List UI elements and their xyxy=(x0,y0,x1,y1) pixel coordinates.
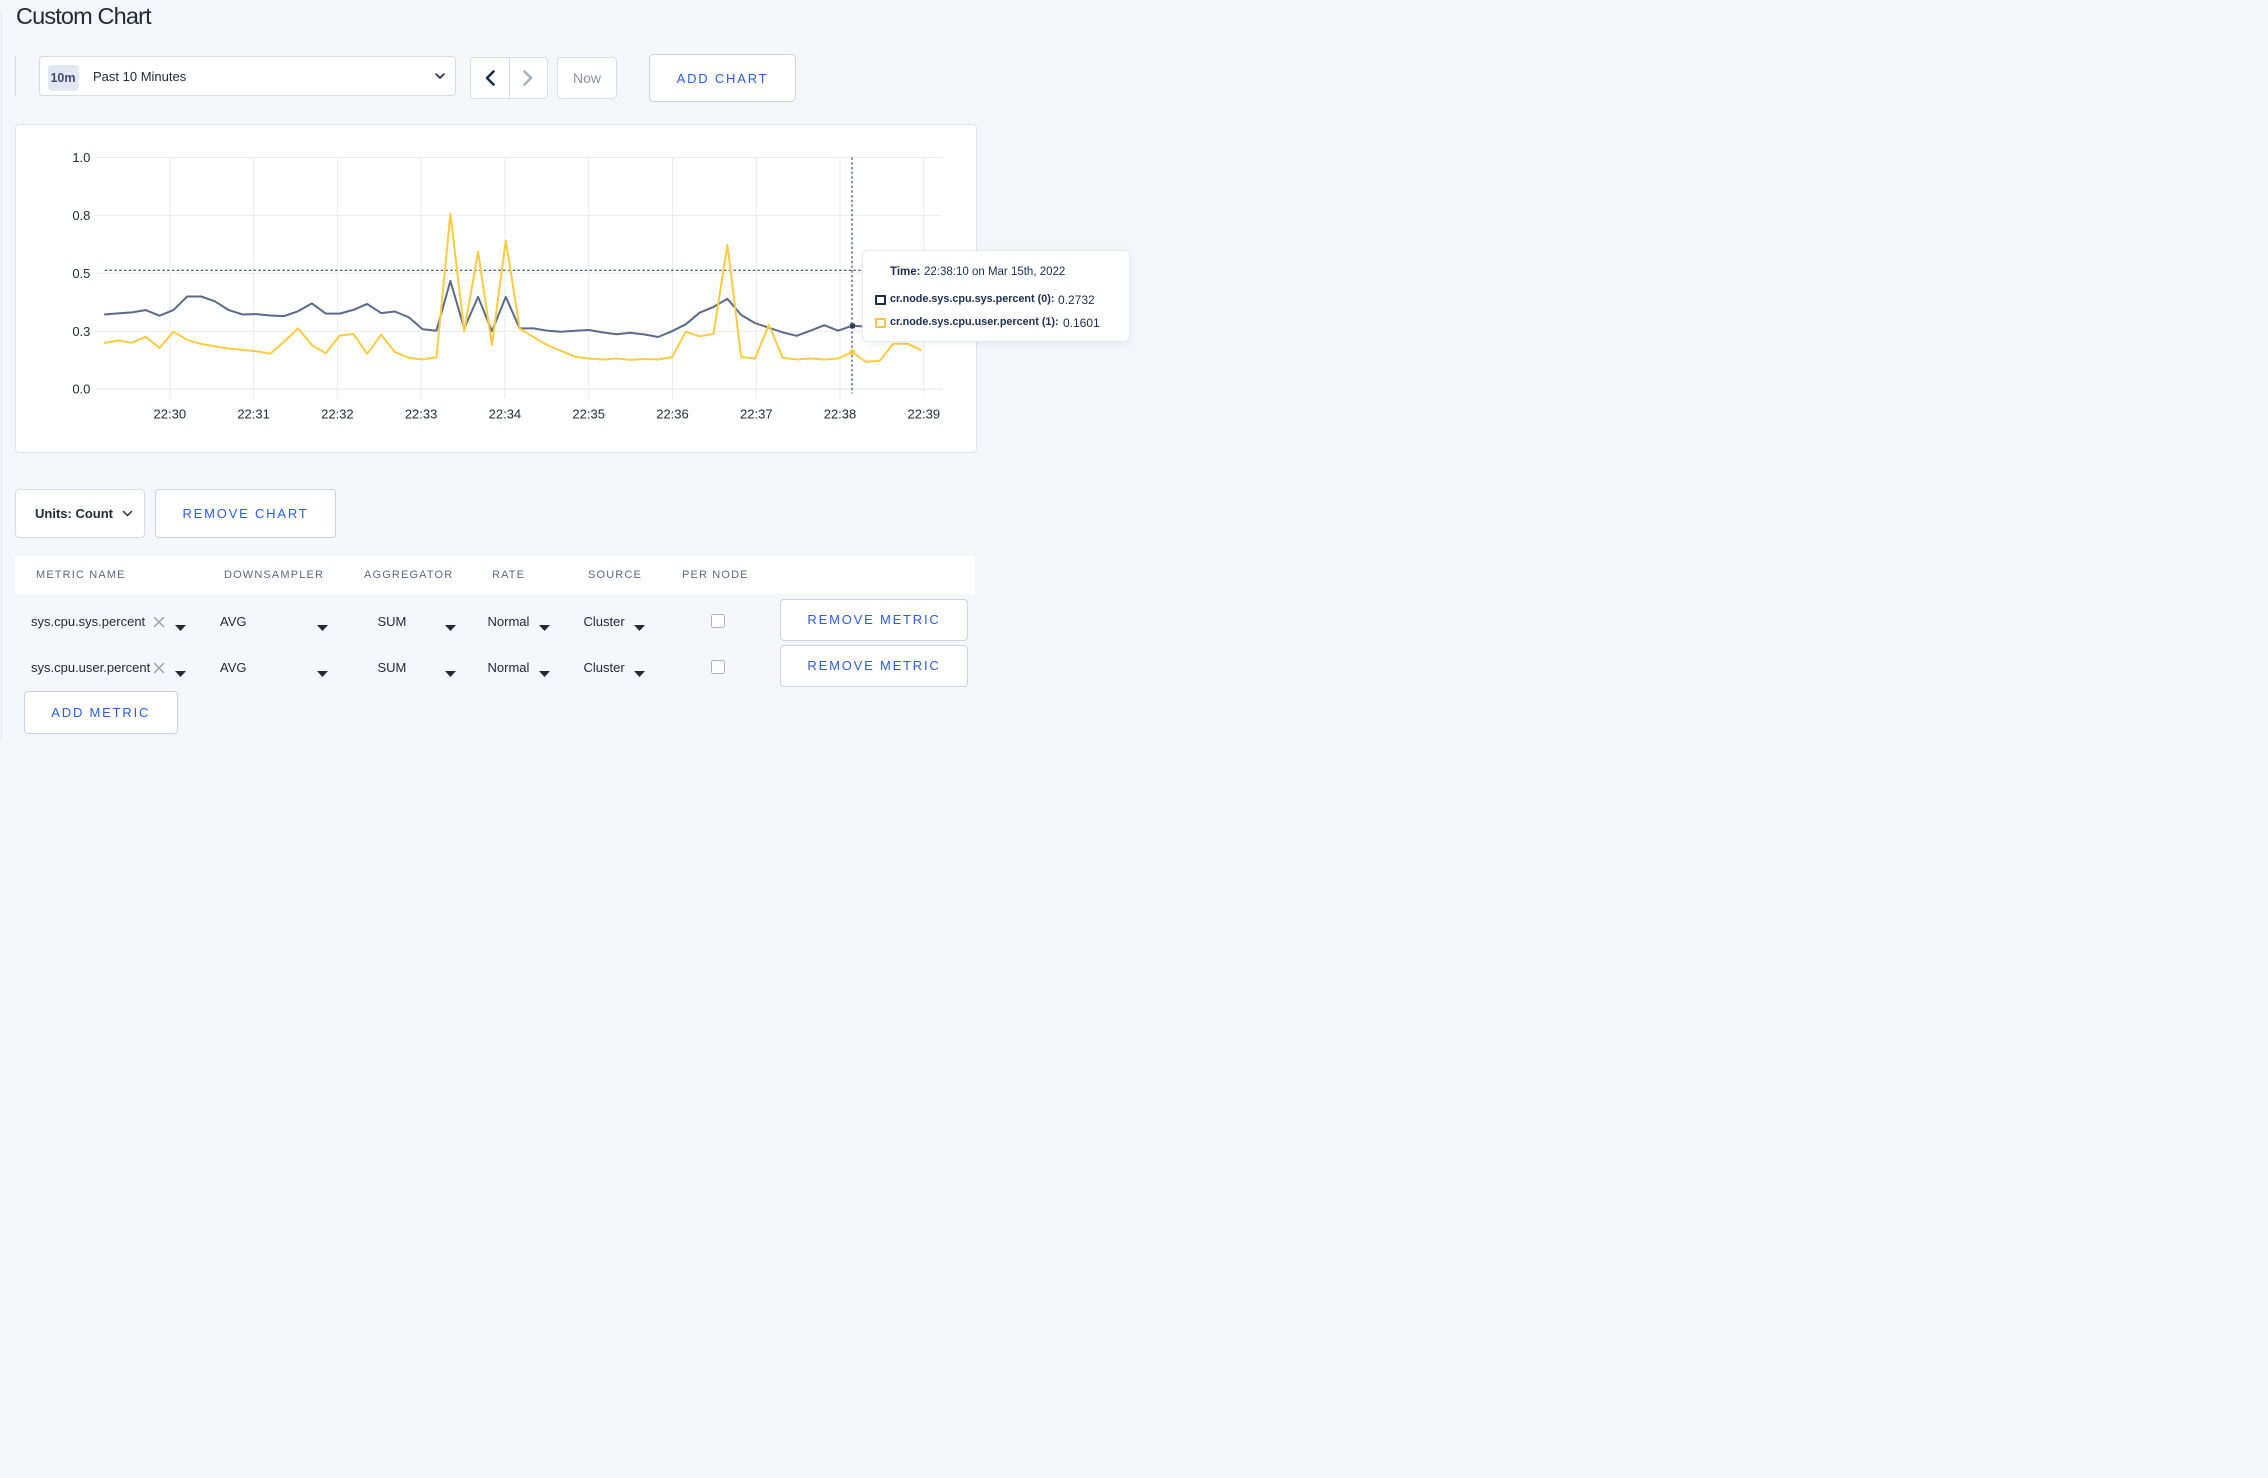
svg-text:0.0: 0.0 xyxy=(72,382,90,397)
svg-text:0.8: 0.8 xyxy=(72,208,90,223)
svg-text:22:31: 22:31 xyxy=(237,407,270,422)
svg-text:0.5: 0.5 xyxy=(72,266,90,281)
svg-text:22:36: 22:36 xyxy=(656,407,689,422)
svg-text:22:33: 22:33 xyxy=(405,407,438,422)
svg-text:22:32: 22:32 xyxy=(321,407,354,422)
svg-text:22:30: 22:30 xyxy=(154,407,187,422)
svg-text:22:39: 22:39 xyxy=(908,407,941,422)
svg-text:22:38: 22:38 xyxy=(824,407,857,422)
svg-text:22:34: 22:34 xyxy=(489,407,522,422)
svg-text:22:35: 22:35 xyxy=(572,407,605,422)
svg-text:0.3: 0.3 xyxy=(72,324,90,339)
svg-text:22:37: 22:37 xyxy=(740,407,773,422)
svg-text:1.0: 1.0 xyxy=(72,150,90,165)
